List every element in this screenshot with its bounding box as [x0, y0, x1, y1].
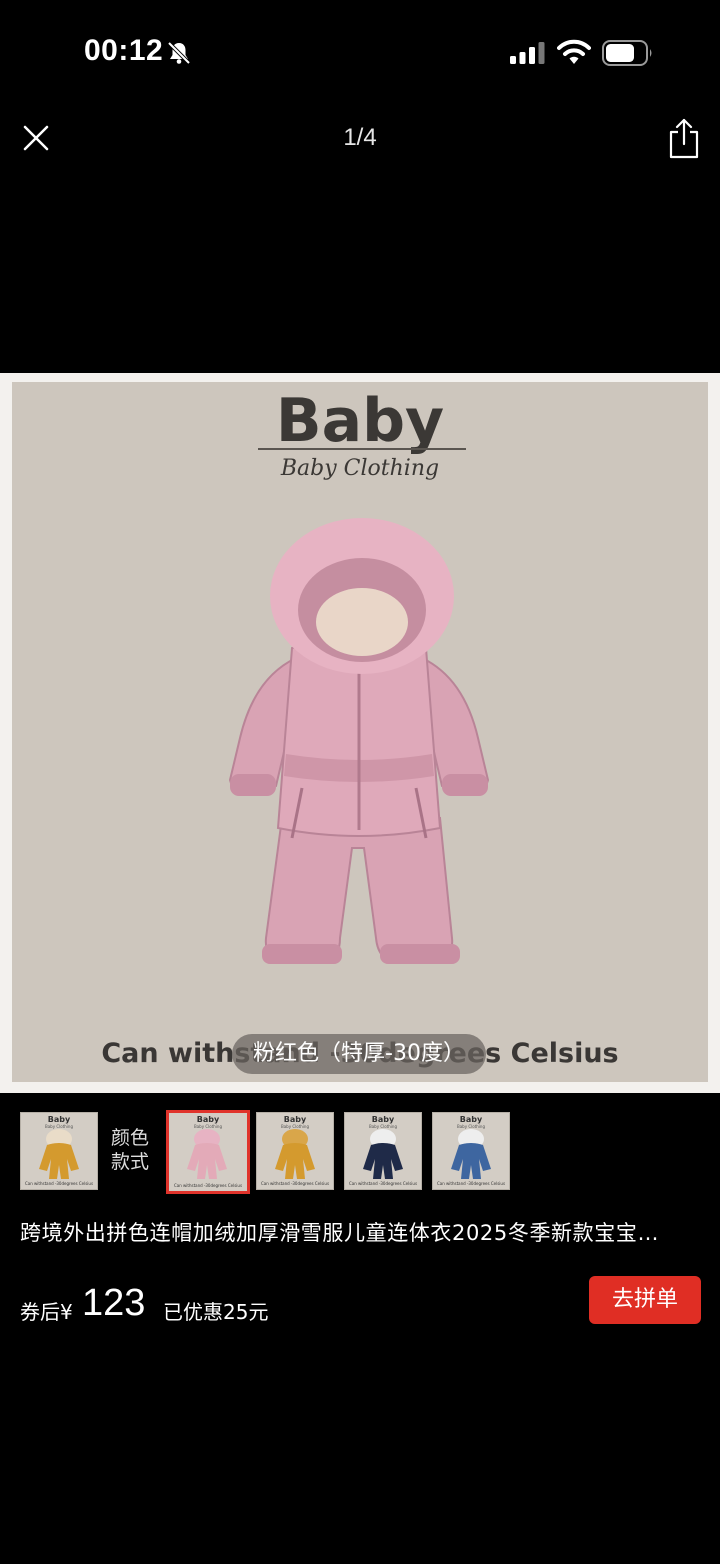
share-button[interactable] — [664, 116, 704, 160]
price-value: 123 — [82, 1282, 146, 1324]
page-indicator: 1/4 — [343, 124, 377, 151]
variant-thumb-1[interactable]: Baby Baby Clothing Can withstand -30degr… — [20, 1112, 98, 1190]
bell-slash-icon — [166, 40, 192, 70]
variant-label-style: 款式 — [111, 1151, 150, 1173]
thumb-suit-icon — [275, 1129, 315, 1179]
product-image[interactable]: Baby Baby Clothing Can Celsius — [0, 373, 720, 1093]
thumb-caption: Can withstand -30degrees Celsius — [24, 1181, 94, 1186]
signal-icon — [510, 42, 546, 68]
thumb-caption: Can withstand -30degrees Celsius — [436, 1181, 506, 1186]
discount-text: 已优惠25元 — [163, 1300, 269, 1324]
snowsuit-illustration — [228, 518, 490, 964]
share-icon — [669, 118, 699, 159]
variant-thumbnail-strip: Baby Baby Clothing Can withstand -30degr… — [0, 1110, 720, 1194]
thumb-caption: Can withstand -30degrees Celsius — [173, 1183, 243, 1188]
variant-thumb-5[interactable]: Baby Baby Clothing Can withstand -30degr… — [432, 1112, 510, 1190]
thumb-suit-icon — [363, 1129, 403, 1179]
status-time: 00:12 — [84, 34, 164, 67]
variant-label-color: 颜色 — [111, 1127, 150, 1149]
battery-icon — [602, 40, 654, 70]
wifi-icon — [557, 39, 591, 69]
variant-thumb-2-selected[interactable]: Baby Baby Clothing Can withstand -30degr… — [166, 1110, 250, 1194]
viewer-top-nav: 1/4 — [0, 110, 720, 166]
image-brand-subtitle: Baby Clothing — [280, 456, 440, 481]
status-bar: 00:12 — [0, 0, 720, 100]
variant-thumb-3[interactable]: Baby Baby Clothing Can withstand -30degr… — [256, 1112, 334, 1190]
price-prefix: 券后¥ — [20, 1300, 73, 1324]
thumb-caption: Can withstand -30degrees Celsius — [260, 1181, 330, 1186]
variant-selector-label: 颜色 款式 — [111, 1126, 149, 1174]
product-photo: Baby Baby Clothing Can Celsius — [12, 382, 708, 1082]
thumb-title: Baby — [196, 1115, 220, 1124]
thumb-title: Baby — [459, 1115, 483, 1124]
group-buy-button[interactable]: 去拼单 — [589, 1276, 701, 1324]
image-divider — [258, 448, 466, 450]
variant-label-pill: 粉红色（特厚-30度） — [232, 1034, 486, 1074]
thumb-title: Baby — [47, 1115, 71, 1124]
product-title[interactable]: 跨境外出拼色连帽加绒加厚滑雪服儿童连体衣2025冬季新款宝宝… — [20, 1217, 700, 1247]
thumb-suit-icon — [451, 1129, 491, 1179]
thumb-suit-icon — [39, 1129, 79, 1179]
variant-thumb-4[interactable]: Baby Baby Clothing Can withstand -30degr… — [344, 1112, 422, 1190]
price-row: 券后¥ 123 已优惠25元 去拼单 — [0, 1276, 720, 1336]
image-brand-title: Baby — [275, 386, 445, 456]
thumb-title: Baby — [283, 1115, 307, 1124]
thumb-caption: Can withstand -30degrees Celsius — [348, 1181, 418, 1186]
thumb-title: Baby — [371, 1115, 395, 1124]
thumb-suit-icon — [187, 1129, 227, 1179]
